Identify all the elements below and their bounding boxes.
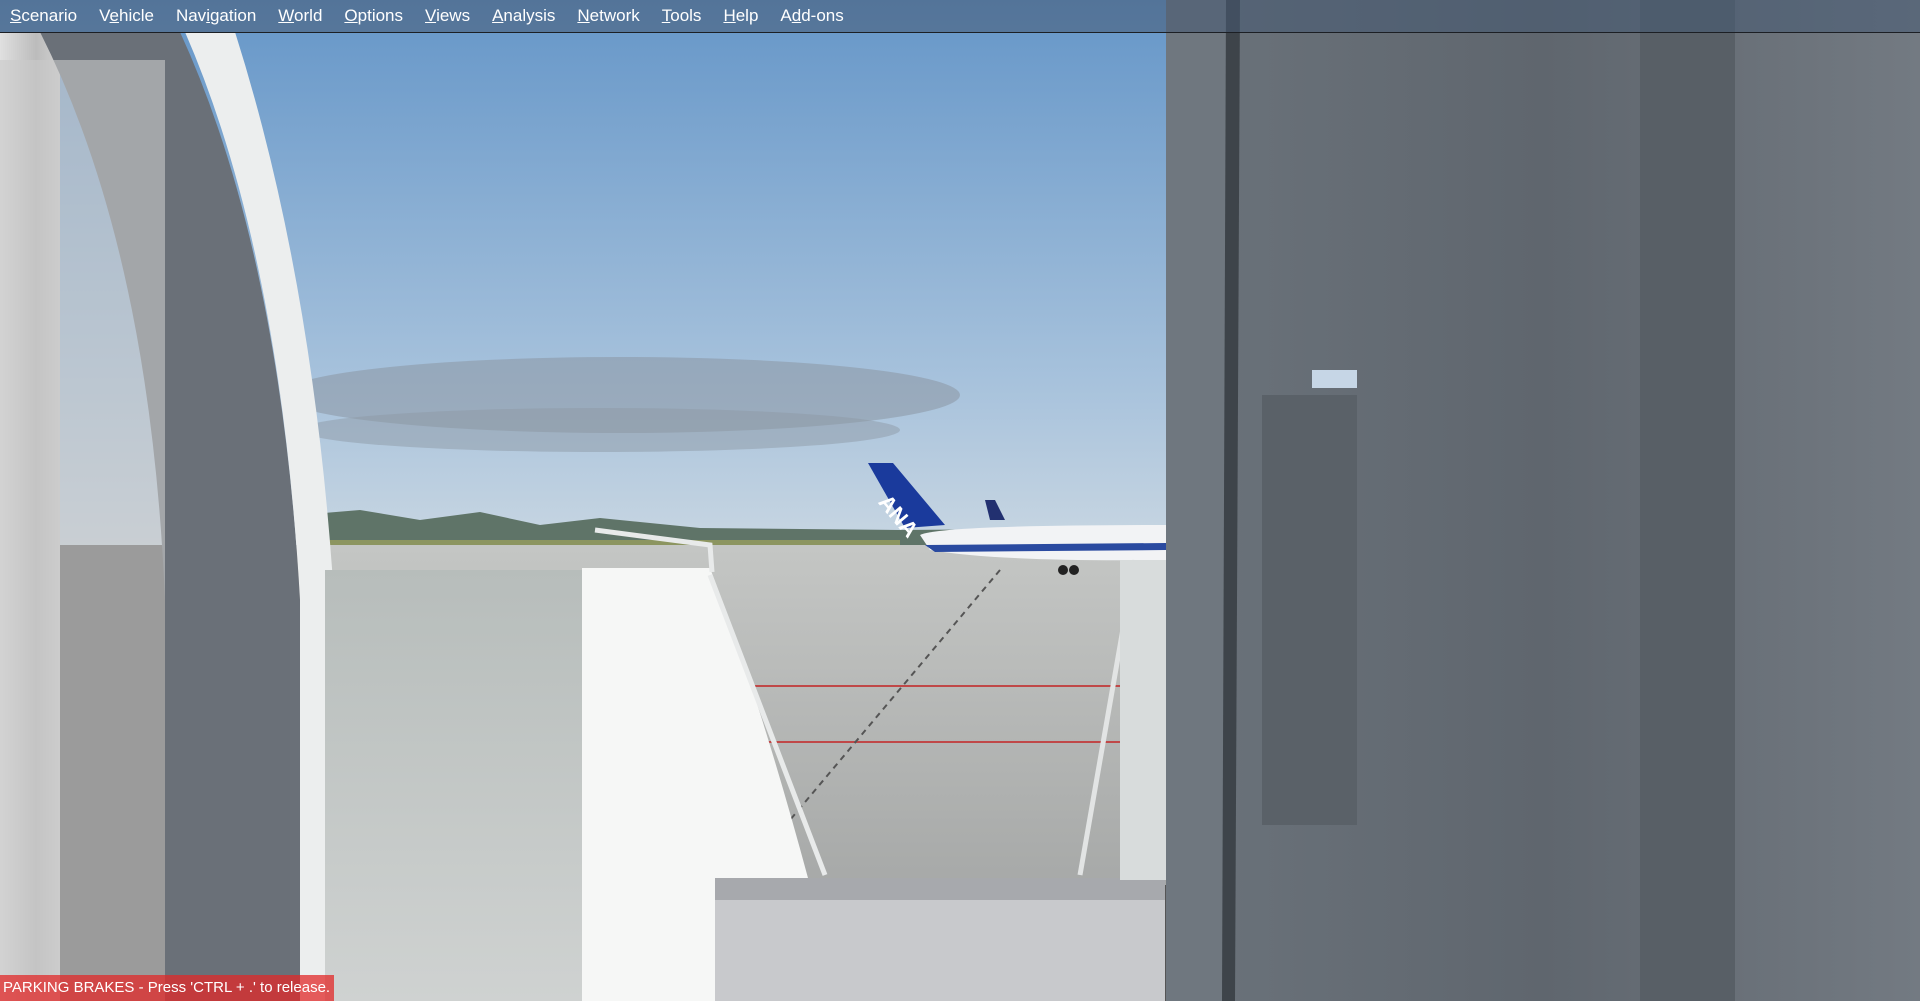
parking-brake-notice: PARKING BRAKES - Press 'CTRL + .' to rel…: [0, 975, 335, 1001]
menu-tools[interactable]: Tools: [651, 6, 713, 26]
menu-help[interactable]: Help: [712, 6, 769, 26]
stair-right: [1120, 560, 1166, 880]
menu-add-ons[interactable]: Add-ons: [769, 6, 854, 26]
stair-side: [325, 570, 585, 1001]
door-panel-light: [0, 60, 165, 1001]
cloud: [300, 408, 900, 452]
window-gap: [1312, 370, 1357, 388]
stair-landing-edge: [715, 878, 1165, 900]
menu-vehicle[interactable]: Vehicle: [88, 6, 165, 26]
door-edge: [1166, 0, 1226, 1001]
door-handle-block: [1262, 395, 1357, 825]
menu-scenario[interactable]: Scenario: [0, 6, 88, 26]
menu-options[interactable]: Options: [333, 6, 414, 26]
cabin-pillar: [1640, 0, 1735, 1001]
menu-world[interactable]: World: [267, 6, 333, 26]
menu-views[interactable]: Views: [414, 6, 481, 26]
menu-navigation[interactable]: Navigation: [165, 6, 267, 26]
menu-network[interactable]: Network: [566, 6, 650, 26]
flight-sim-viewport[interactable]: ANA: [0, 0, 1920, 1001]
menu-bar: Scenario Vehicle Navigation World Option…: [0, 0, 1920, 33]
menu-analysis[interactable]: Analysis: [481, 6, 566, 26]
